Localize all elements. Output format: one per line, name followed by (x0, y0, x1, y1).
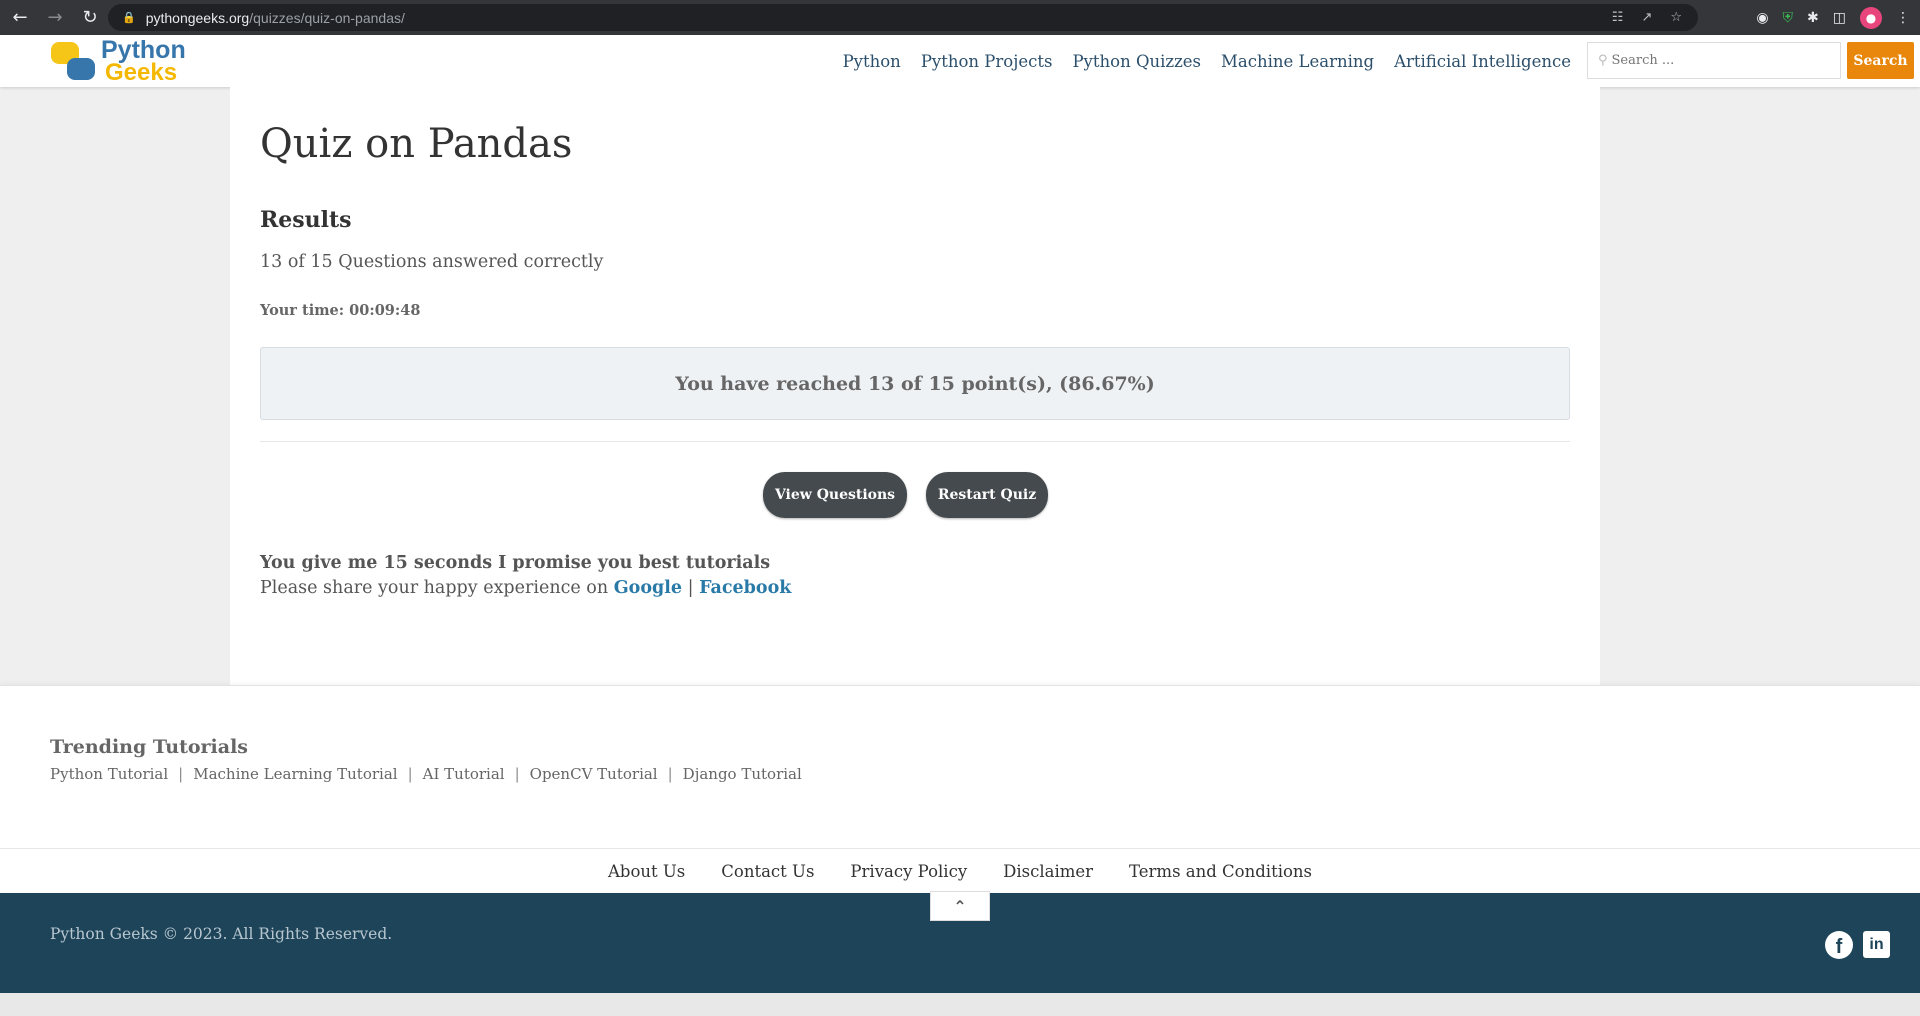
sidepanel-icon[interactable]: ◫ (1833, 10, 1846, 26)
site-header: Python Geeks Python Python Projects Pyth… (0, 35, 1920, 87)
trending-link-ai[interactable]: AI Tutorial (423, 765, 505, 783)
share-prefix: Please share your happy experience on (260, 578, 609, 598)
nav-python-quizzes[interactable]: Python Quizzes (1072, 52, 1201, 71)
reload-icon[interactable]: ↻ (75, 3, 105, 33)
translate-icon[interactable]: ☷ (1612, 10, 1624, 25)
footer-contact[interactable]: Contact Us (721, 862, 814, 881)
address-bar[interactable]: 🔒 pythongeeks.org/quizzes/quiz-on-pandas… (108, 4, 1698, 31)
shield-icon[interactable]: ⛨ (1783, 10, 1794, 26)
nav-python-projects[interactable]: Python Projects (921, 52, 1053, 71)
facebook-link[interactable]: Facebook (699, 578, 791, 598)
search-field[interactable]: ⚲ (1587, 42, 1841, 79)
footer-about[interactable]: About Us (608, 862, 685, 881)
python-logo-icon (49, 40, 97, 84)
lock-icon[interactable]: 🔒 (122, 11, 136, 24)
logo-text-geeks: Geeks (105, 59, 178, 86)
trending-link-python[interactable]: Python Tutorial (50, 765, 168, 783)
menu-icon[interactable]: ⋮ (1896, 10, 1910, 26)
trending-links: Python Tutorial | Machine Learning Tutor… (50, 765, 802, 783)
globe-icon[interactable]: ◉ (1756, 10, 1768, 26)
nav-python[interactable]: Python (843, 52, 901, 71)
footer-disclaimer[interactable]: Disclaimer (1003, 862, 1093, 881)
share-icon[interactable]: ↗ (1641, 10, 1652, 25)
promise-text: You give me 15 seconds I promise you bes… (260, 553, 771, 573)
nav-artificial-intelligence[interactable]: Artificial Intelligence (1394, 52, 1571, 71)
puzzle-icon[interactable]: ✱ (1807, 10, 1819, 26)
footer-bottom: ⌃ Python Geeks © 2023. All Rights Reserv… (0, 891, 1920, 993)
separator: | (514, 765, 520, 783)
trending-link-ml[interactable]: Machine Learning Tutorial (193, 765, 397, 783)
share-line: Please share your happy experience on Go… (260, 578, 791, 598)
forward-icon[interactable]: → (40, 3, 70, 33)
footer-nav: About Us Contact Us Privacy Policy Discl… (0, 848, 1920, 893)
divider (260, 441, 1570, 442)
copyright-text: Python Geeks © 2023. All Rights Reserved… (50, 925, 393, 943)
social-links: f in (1825, 931, 1890, 959)
trending-link-opencv[interactable]: OpenCV Tutorial (530, 765, 658, 783)
page-bottom-edge (0, 993, 1920, 1016)
google-link[interactable]: Google (614, 578, 682, 598)
footer-privacy[interactable]: Privacy Policy (850, 862, 967, 881)
footer-terms[interactable]: Terms and Conditions (1129, 862, 1312, 881)
search-button[interactable]: Search (1847, 42, 1914, 79)
main-nav: Python Python Projects Python Quizzes Ma… (843, 35, 1571, 87)
browser-toolbar: ← → ↻ 🔒 pythongeeks.org/quizzes/quiz-on-… (0, 0, 1920, 35)
search-icon: ⚲ (1598, 53, 1608, 68)
avatar[interactable]: ● (1860, 6, 1882, 29)
back-icon[interactable]: ← (5, 3, 35, 33)
facebook-icon[interactable]: f (1825, 931, 1853, 959)
separator: | (407, 765, 413, 783)
answered-count: 13 of 15 Questions answered correctly (260, 252, 604, 272)
view-questions-button[interactable]: View Questions (763, 472, 907, 518)
linkedin-icon[interactable]: in (1863, 931, 1890, 958)
url-text: pythongeeks.org/quizzes/quiz-on-pandas/ (145, 9, 405, 26)
page-title: Quiz on Pandas (260, 121, 573, 167)
site-logo[interactable]: Python Geeks (49, 38, 199, 86)
nav-machine-learning[interactable]: Machine Learning (1221, 52, 1374, 71)
star-icon[interactable]: ☆ (1670, 10, 1682, 25)
separator: | (667, 765, 673, 783)
points-result: You have reached 13 of 15 point(s), (86.… (260, 347, 1570, 420)
quiz-time: Your time: 00:09:48 (260, 302, 421, 319)
search-input[interactable] (1611, 53, 1812, 68)
trending-section: Trending Tutorials Python Tutorial | Mac… (0, 685, 1920, 848)
results-heading: Results (260, 207, 352, 233)
trending-link-django[interactable]: Django Tutorial (683, 765, 802, 783)
restart-quiz-button[interactable]: Restart Quiz (926, 472, 1048, 518)
quiz-content: Quiz on Pandas Results 13 of 15 Question… (230, 87, 1600, 685)
separator: | (178, 765, 184, 783)
share-separator: | (687, 578, 694, 598)
scroll-to-top-icon[interactable]: ⌃ (930, 891, 990, 921)
trending-heading: Trending Tutorials (50, 736, 248, 758)
